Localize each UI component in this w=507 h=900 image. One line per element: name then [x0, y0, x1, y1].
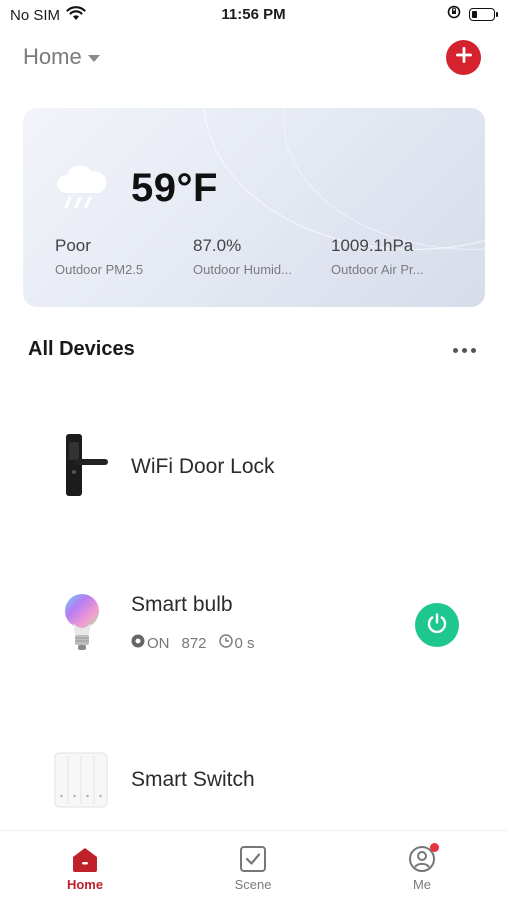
weather-card[interactable]: 59°F Poor Outdoor PM2.5 87.0% Outdoor Hu… — [23, 108, 485, 307]
stat-value: 87.0% — [193, 236, 242, 255]
device-row-smart-bulb[interactable]: Smart bulb ON 872 0 s — [0, 575, 507, 675]
home-selector[interactable]: Home — [23, 44, 100, 70]
weather-stats: Poor Outdoor PM2.5 87.0% Outdoor Humid..… — [55, 236, 469, 277]
section-title: All Devices — [28, 338, 135, 360]
notification-badge — [430, 843, 439, 852]
rain-cloud-icon — [53, 163, 109, 220]
device-row-smart-switch[interactable]: Smart Switch — [0, 740, 507, 830]
tab-home[interactable]: Home — [25, 845, 145, 892]
plus-icon — [454, 45, 474, 70]
caret-down-icon — [87, 54, 100, 62]
more-dots-icon[interactable] — [453, 348, 476, 353]
power-icon — [426, 612, 448, 639]
device-status: ON — [147, 634, 170, 652]
profile-icon — [362, 845, 482, 873]
temperature-value: 59°F — [131, 166, 218, 210]
humidity-stat: 87.0% Outdoor Humid... — [193, 236, 331, 277]
battery-icon — [469, 7, 498, 21]
tab-me[interactable]: Me — [362, 843, 482, 892]
stat-label: Outdoor Humid... — [193, 262, 292, 277]
home-selector-label: Home — [23, 44, 82, 69]
device-name: WiFi Door Lock — [131, 455, 275, 478]
stat-label: Outdoor PM2.5 — [55, 262, 144, 277]
home-icon — [25, 845, 145, 873]
bulb-icon — [62, 593, 102, 660]
device-status-line: ON 872 0 s — [131, 634, 255, 652]
devices-section-header: All Devices — [28, 338, 478, 368]
pm25-stat: Poor Outdoor PM2.5 — [55, 236, 193, 277]
stat-value: 1009.1hPa — [331, 236, 414, 255]
timer-icon — [218, 634, 233, 652]
scene-check-icon — [193, 845, 313, 873]
switch-icon — [54, 752, 108, 813]
home-screen: No SIM 11:56 PM Home 59°F Poor Outdoor P… — [0, 0, 507, 900]
device-value: 872 — [181, 634, 207, 652]
clock: 11:56 PM — [221, 6, 286, 23]
device-name: Smart Switch — [131, 768, 255, 791]
app-header: Home — [0, 34, 507, 82]
door-lock-icon — [62, 432, 110, 503]
tab-scene[interactable]: Scene — [193, 845, 313, 892]
add-device-button[interactable] — [446, 40, 481, 75]
device-name: Smart bulb — [131, 593, 233, 616]
tab-label: Me — [412, 877, 432, 892]
orientation-lock-icon — [447, 5, 461, 23]
stat-value: Poor — [55, 236, 91, 255]
timer-value: 0 s — [234, 634, 255, 652]
tab-bar: Home Scene Me — [0, 830, 507, 900]
power-toggle-button[interactable] — [415, 603, 459, 647]
tab-label: Scene — [234, 877, 272, 892]
device-row-door-lock[interactable]: WiFi Door Lock — [0, 420, 507, 520]
status-bar: No SIM 11:56 PM — [0, 0, 507, 32]
stat-label: Outdoor Air Pr... — [331, 262, 424, 277]
status-right — [447, 5, 498, 23]
tab-label: Home — [66, 877, 104, 892]
air-pressure-stat: 1009.1hPa Outdoor Air Pr... — [331, 236, 469, 277]
status-on-icon — [131, 634, 145, 652]
